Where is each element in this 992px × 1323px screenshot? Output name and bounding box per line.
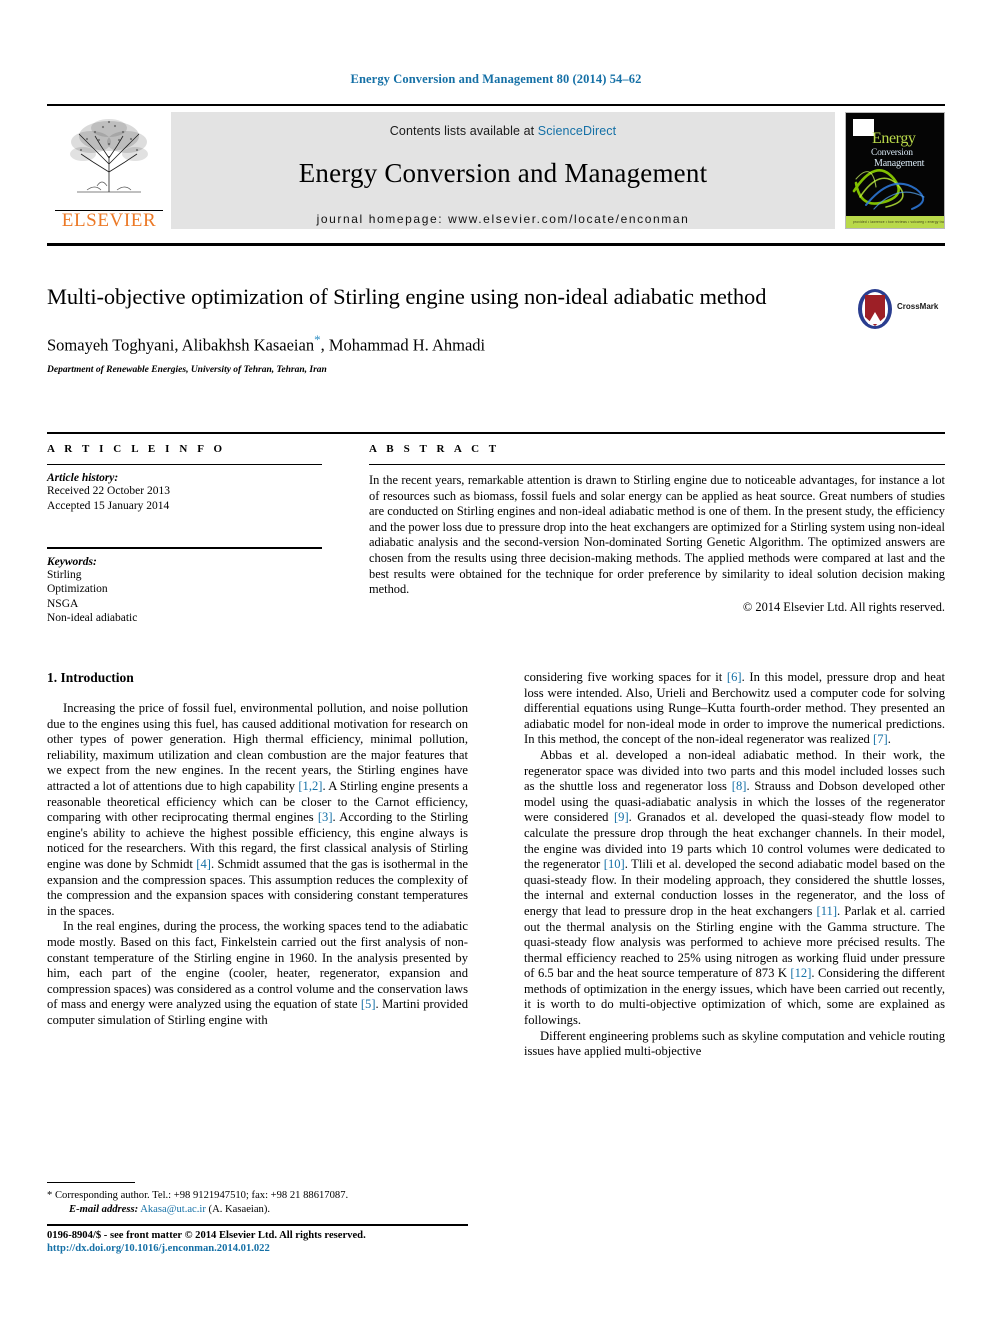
info-abstract-section: A R T I C L E I N F O Article history: R… — [47, 443, 945, 626]
abstract-text: In the recent years, remarkable attentio… — [369, 473, 945, 597]
elsevier-wordmark: ELSEVIER — [61, 210, 157, 231]
journal-banner: Contents lists available at ScienceDirec… — [171, 112, 835, 229]
paragraph: Increasing the price of fossil fuel, env… — [47, 701, 468, 919]
paragraph: In the real engines, during the process,… — [47, 919, 468, 1028]
cover-title-conversion: Conversion — [871, 148, 913, 158]
journal-title: Energy Conversion and Management — [298, 158, 708, 188]
citation-ref[interactable]: [6] — [727, 670, 742, 684]
article-title: Multi-objective optimization of Stirling… — [47, 284, 767, 309]
email-label: E-mail address: — [69, 1203, 139, 1215]
footnote-rule — [47, 1182, 135, 1183]
accepted-date: Accepted 15 January 2014 — [47, 499, 170, 512]
article-history-label: Article history: — [47, 472, 119, 484]
citation-ref[interactable]: [1,2] — [298, 779, 322, 793]
article-info-column: A R T I C L E I N F O Article history: R… — [47, 443, 322, 626]
section-heading-introduction: 1. Introduction — [47, 670, 134, 685]
citation-ref[interactable]: [8] — [732, 779, 747, 793]
page-footer: 0196-8904/$ - see front matter © 2014 El… — [47, 1229, 527, 1255]
paragraph: considering five working spaces for it [… — [524, 670, 945, 748]
body-columns: 1. Introduction Increasing the price of … — [47, 670, 945, 1060]
keyword-item: Non-ideal adiabatic — [47, 612, 138, 625]
corresponding-author-footnote: * Corresponding author. Tel.: +98 912194… — [47, 1182, 468, 1216]
abstract-column: A B S T R A C T In the recent years, rem… — [369, 443, 945, 626]
crossmark-icon — [858, 289, 892, 329]
masthead-bottom-rule — [47, 243, 945, 246]
cover-footer-band: provided • lawrence • tow reviews • volc… — [846, 216, 944, 228]
received-date: Received 22 October 2013 — [47, 485, 170, 497]
citation-ref[interactable]: [5] — [361, 997, 376, 1011]
footnote-marker: * — [47, 1190, 53, 1201]
cover-footer-text: provided • lawrence • tow reviews • volc… — [853, 220, 944, 224]
elsevier-logo: ELSEVIER — [47, 106, 171, 237]
citation-ref[interactable]: [12] — [790, 966, 811, 980]
journal-masthead: ELSEVIER Contents lists available at Sci… — [47, 104, 945, 237]
author-list: Somayeh Toghyani, Alibakhsh Kasaeian*, M… — [47, 332, 837, 356]
body-column-right: considering five working spaces for it [… — [524, 670, 945, 1060]
crossmark-label: CrossMark — [897, 302, 939, 311]
page-footer-rule — [47, 1224, 468, 1226]
issn-copyright-line: 0196-8904/$ - see front matter © 2014 El… — [47, 1230, 366, 1241]
title-block: Multi-objective optimization of Stirling… — [47, 283, 837, 375]
keywords-block: Keywords: Stirling Optimization NSGA Non… — [47, 547, 322, 626]
paragraph-text: considering five working spaces for it — [524, 670, 727, 684]
keyword-item: NSGA — [47, 597, 79, 610]
footnote-contact-line: * Corresponding author. Tel.: +98 912194… — [47, 1189, 468, 1203]
citation-ref[interactable]: [9] — [614, 810, 629, 824]
author-affiliation: Department of Renewable Energies, Univer… — [47, 364, 327, 375]
citation-ref[interactable]: [10] — [604, 857, 625, 871]
paper-page: Energy Conversion and Management 80 (201… — [0, 0, 992, 1323]
article-info-rule — [47, 464, 322, 465]
abstract-copyright: © 2014 Elsevier Ltd. All rights reserved… — [742, 599, 945, 614]
footnote-text: Corresponding author. Tel.: +98 91219475… — [54, 1190, 349, 1201]
keyword-item: Optimization — [47, 583, 108, 596]
keywords-label: Keywords: — [47, 555, 97, 568]
title-bottom-rule — [47, 432, 945, 434]
email-owner: (A. Kasaeian). — [208, 1203, 271, 1215]
citation-ref[interactable]: [11] — [817, 904, 838, 918]
article-info-heading: A R T I C L E I N F O — [47, 443, 226, 455]
abstract-rule — [369, 464, 945, 465]
keywords-rule — [47, 547, 322, 549]
paragraph: Different engineering problems such as s… — [524, 1028, 945, 1059]
citation-ref[interactable]: [4] — [196, 857, 211, 871]
footnote-email-line: E-mail address: Akasa@ut.ac.ir (A. Kasae… — [47, 1203, 468, 1217]
email-link[interactable]: Akasa@ut.ac.ir — [140, 1204, 206, 1215]
cover-title-management: Management — [874, 158, 925, 169]
abstract-heading: A B S T R A C T — [369, 443, 500, 455]
authors-tail: , Mohammad H. Ahmadi — [320, 335, 486, 355]
paragraph-text: . — [887, 732, 891, 747]
cover-elsevier-mark — [853, 119, 874, 136]
journal-cover-thumbnail: Energy Conversion Management provided • … — [845, 112, 945, 229]
elsevier-tree-icon — [70, 119, 148, 193]
cover-title-energy: Energy — [872, 130, 916, 147]
authors-head: Somayeh Toghyani, Alibakhsh Kasaeian — [47, 335, 315, 355]
crossmark-badge[interactable]: CrossMark — [855, 288, 939, 334]
doi-link[interactable]: http://dx.doi.org/10.1016/j.enconman.201… — [47, 1242, 527, 1255]
contents-available-line: Contents lists available at ScienceDirec… — [171, 112, 835, 138]
keyword-item: Stirling — [47, 568, 82, 581]
journal-homepage-link[interactable]: journal homepage: www.elsevier.com/locat… — [171, 212, 835, 226]
running-head: Energy Conversion and Management 80 (201… — [350, 72, 642, 86]
contents-prefix: Contents lists available at — [389, 124, 535, 138]
citation-ref[interactable]: [3] — [318, 810, 333, 824]
body-column-left: 1. Introduction Increasing the price of … — [47, 670, 468, 1060]
sciencedirect-link[interactable]: ScienceDirect — [538, 124, 616, 138]
citation-ref[interactable]: [7] — [873, 732, 888, 746]
paragraph: Abbas et al. developed a non-ideal adiab… — [524, 748, 945, 1029]
